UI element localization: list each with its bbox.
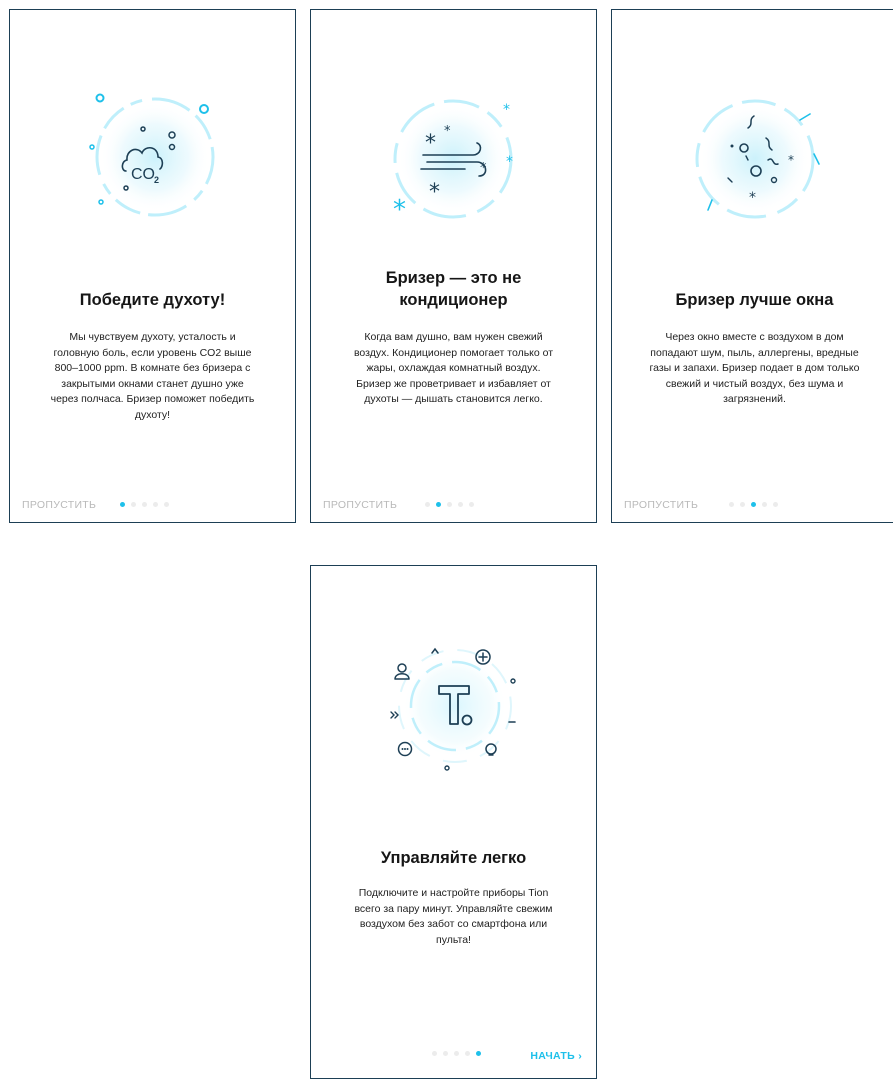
svg-text:*: * bbox=[506, 154, 513, 170]
page-dot bbox=[443, 1051, 448, 1056]
svg-text:*: * bbox=[425, 131, 436, 156]
page-dot bbox=[425, 502, 430, 507]
page-indicator bbox=[120, 502, 169, 507]
particles-icon: * * bbox=[695, 99, 820, 219]
svg-text:*: * bbox=[444, 124, 451, 139]
page-indicator bbox=[425, 502, 474, 507]
page-dot bbox=[729, 502, 734, 507]
svg-text:*: * bbox=[503, 102, 510, 118]
page-dot bbox=[762, 502, 767, 507]
skip-button[interactable]: ПРОПУСТИТЬ bbox=[22, 499, 96, 511]
page-dot bbox=[454, 1051, 459, 1056]
page-dot bbox=[458, 502, 463, 507]
screen-description: Когда вам душно, вам нужен свежий воздух… bbox=[353, 331, 554, 405]
page-dot bbox=[436, 502, 441, 507]
page-dot bbox=[120, 502, 125, 507]
start-button-label: НАЧАТЬ bbox=[530, 1050, 575, 1062]
page-dot bbox=[164, 502, 169, 507]
page-dot bbox=[751, 502, 756, 507]
page-indicator bbox=[432, 1051, 481, 1056]
screen-description: Через окно вместе с воздухом в дом попад… bbox=[649, 331, 860, 405]
screen-title: Управляйте легко bbox=[380, 849, 527, 867]
screen-title: Бризер — это не кондиционер bbox=[385, 269, 522, 309]
page-dot bbox=[773, 502, 778, 507]
svg-text:*: * bbox=[749, 190, 756, 206]
wind-snowflake-icon: * * * * * * * bbox=[393, 99, 513, 225]
skip-button[interactable]: ПРОПУСТИТЬ bbox=[323, 499, 397, 511]
onboarding-screen-2: * * * * * * * Бризер — это не кондиционе… bbox=[310, 9, 597, 523]
page-dot bbox=[447, 502, 452, 507]
page-dot bbox=[432, 1051, 437, 1056]
screen-title: Победите духоту! bbox=[79, 291, 226, 309]
page-dot bbox=[153, 502, 158, 507]
page-dot bbox=[142, 502, 147, 507]
cloud-co2-icon: CO 2 bbox=[89, 93, 215, 217]
onboarding-screen-1: CO 2 Победите духоту! Мы чувствуем духот… bbox=[9, 9, 296, 523]
page-indicator bbox=[729, 502, 778, 507]
page-dot bbox=[740, 502, 745, 507]
screen-description: Подключите и настройте приборы Tion всег… bbox=[354, 887, 553, 946]
onboarding-screen-3: * * Бризер лучше окна Через окно вместе … bbox=[611, 9, 893, 523]
page-dot bbox=[469, 502, 474, 507]
page-dot bbox=[476, 1051, 481, 1056]
screen-title: Бризер лучше окна bbox=[675, 291, 834, 309]
page-dot bbox=[465, 1051, 470, 1056]
tion-logo-icon bbox=[390, 647, 516, 771]
co2-label: CO bbox=[131, 166, 155, 183]
svg-text:*: * bbox=[429, 180, 440, 205]
co2-subscript: 2 bbox=[154, 175, 159, 185]
svg-text:*: * bbox=[393, 195, 406, 225]
chevron-right-icon: › bbox=[578, 1050, 582, 1062]
skip-button[interactable]: ПРОПУСТИТЬ bbox=[624, 499, 698, 511]
screen-description: Мы чувствуем духоту, усталость и головну… bbox=[50, 331, 255, 421]
page-dot bbox=[131, 502, 136, 507]
svg-text:*: * bbox=[788, 153, 794, 167]
start-button[interactable]: НАЧАТЬ › bbox=[530, 1050, 582, 1062]
onboarding-screen-4: Управляйте легко Подключите и настройте … bbox=[310, 565, 597, 1079]
